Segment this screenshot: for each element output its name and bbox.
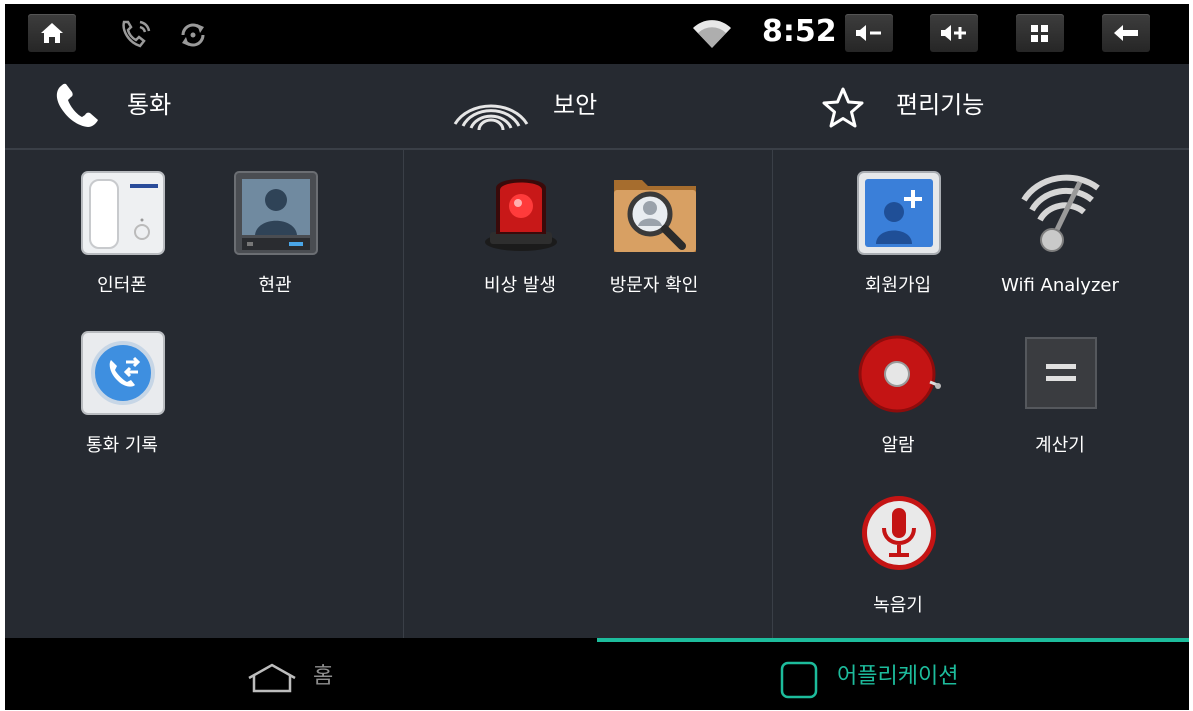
volume-up-icon	[941, 25, 966, 41]
app-call-log[interactable]: 통화 기록	[47, 310, 197, 460]
tab-applications[interactable]: 어플리케이션	[775, 642, 1035, 710]
phone-icon	[56, 83, 98, 127]
alarm-bell-icon	[858, 335, 941, 413]
app-label: 방문자 확인	[609, 275, 699, 296]
signal-waves-icon	[453, 104, 529, 130]
app-emergency[interactable]: 비상 발생	[445, 150, 595, 300]
home-button[interactable]	[28, 14, 76, 52]
app-sign-up[interactable]: 회원가입	[823, 150, 973, 300]
door-camera-icon	[234, 171, 318, 255]
emergency-siren-icon	[485, 179, 557, 251]
category-convenience[interactable]: 편리기능	[820, 64, 1040, 148]
square-outline-icon	[780, 661, 818, 699]
bottom-navigation-bar: 홈 어플리케이션	[5, 638, 1189, 710]
tablet-screen: 8:52 통화 보안 편리기능 인터폰 현관 통화 기록 비상 발생 방문자 확…	[5, 4, 1189, 710]
visitor-search-icon	[614, 180, 696, 252]
app-intercom[interactable]: 인터폰	[47, 150, 197, 300]
app-label: 녹음기	[873, 595, 923, 616]
intercom-icon	[81, 171, 165, 255]
app-label: 인터폰	[97, 275, 147, 296]
sync-icon	[181, 23, 205, 47]
volume-down-icon	[856, 25, 881, 41]
volume-down-button[interactable]	[845, 14, 893, 52]
app-panels: 인터폰 현관 통화 기록 비상 발생 방문자 확인 회원가입 Wifi Anal…	[5, 150, 1189, 638]
app-label: 계산기	[1035, 435, 1085, 456]
app-recorder[interactable]: 녹음기	[823, 470, 973, 620]
clock: 8:52	[762, 14, 837, 49]
panel-divider	[403, 150, 404, 638]
apps-grid-icon	[1031, 25, 1048, 42]
tab-home[interactable]: 홈	[215, 642, 375, 710]
app-visitor-check[interactable]: 방문자 확인	[579, 150, 729, 300]
category-header: 통화 보안 편리기능	[5, 64, 1189, 150]
tab-applications-label: 어플리케이션	[837, 664, 959, 689]
volume-up-button[interactable]	[930, 14, 978, 52]
app-label: 비상 발생	[484, 275, 556, 296]
wifi-analyzer-icon	[1021, 174, 1100, 252]
wifi-icon	[693, 20, 731, 48]
home-icon	[41, 23, 63, 43]
home-outline-icon	[248, 663, 296, 693]
calculator-icon	[1025, 337, 1097, 409]
microphone-icon	[862, 496, 936, 570]
panel-divider	[772, 150, 773, 638]
tab-home-label: 홈	[313, 664, 334, 689]
back-arrow-icon	[1114, 25, 1138, 41]
category-security-label: 보안	[553, 91, 598, 119]
apps-button[interactable]	[1016, 14, 1064, 52]
add-contact-icon	[857, 171, 941, 255]
app-label: 알람	[881, 435, 915, 456]
status-bar: 8:52	[5, 4, 1189, 64]
app-wifi-analyzer[interactable]: Wifi Analyzer	[985, 150, 1135, 300]
call-forward-icon	[122, 20, 151, 48]
app-label: Wifi Analyzer	[1001, 275, 1119, 296]
app-alarm[interactable]: 알람	[823, 310, 973, 460]
app-entrance[interactable]: 현관	[200, 150, 350, 300]
app-label: 통화 기록	[86, 435, 158, 456]
call-log-icon	[81, 331, 165, 415]
category-call-label: 통화	[127, 91, 172, 119]
app-label: 회원가입	[864, 275, 932, 296]
star-icon	[822, 87, 864, 128]
back-button[interactable]	[1102, 14, 1150, 52]
app-label: 현관	[258, 275, 292, 296]
category-convenience-label: 편리기능	[896, 91, 985, 119]
category-call[interactable]: 통화	[49, 64, 249, 148]
category-security[interactable]: 보안	[451, 64, 651, 148]
app-calculator[interactable]: 계산기	[985, 310, 1135, 460]
